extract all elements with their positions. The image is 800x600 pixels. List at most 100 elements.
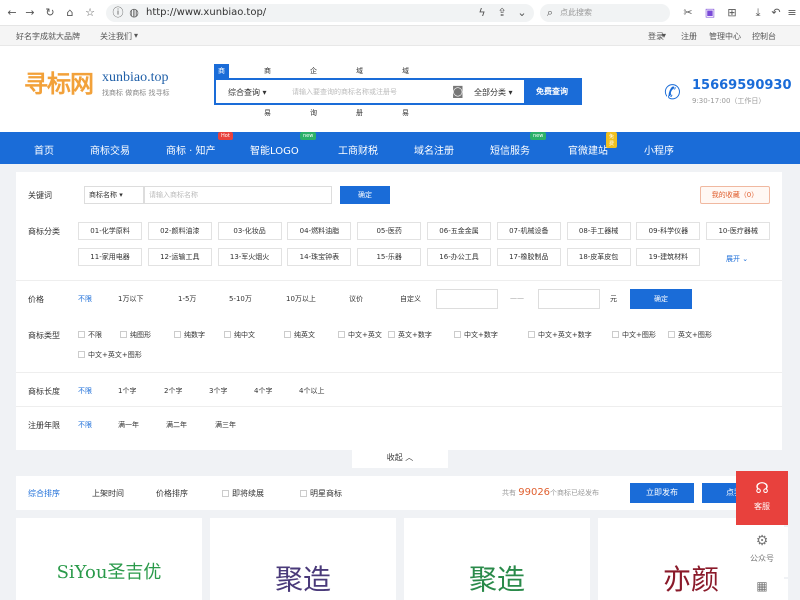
type-checkbox[interactable]: 中文+数字	[454, 330, 498, 340]
trademark-card[interactable]: SiYou圣吉优	[16, 518, 202, 600]
price-option[interactable]: 1万以下	[118, 294, 143, 304]
home-icon[interactable]: ⌂	[62, 5, 78, 21]
tab-domain-register[interactable]: 域名注册	[352, 64, 367, 117]
star-trademark-checkbox[interactable]: 明星商标	[300, 488, 342, 499]
site-logo[interactable]: 寻标网 xunbiao.top 找商标 做商标 找寻标	[24, 64, 184, 104]
console-link[interactable]: 控制台	[752, 31, 776, 42]
length-option[interactable]: 4个字	[254, 386, 272, 396]
tab-company-query[interactable]: 企业查询	[306, 64, 321, 117]
nav-item-home[interactable]: 首页	[34, 142, 54, 157]
undo-icon[interactable]: ↶	[768, 5, 784, 21]
publish-button[interactable]: 立即发布	[630, 483, 694, 503]
price-confirm-button[interactable]: 确定	[630, 289, 692, 309]
type-checkbox[interactable]: 中文+英文	[338, 330, 382, 340]
renew-checkbox[interactable]: 即将续展	[222, 488, 264, 499]
refresh-icon[interactable]: ↻	[42, 5, 58, 21]
trademark-card[interactable]: 聚造	[404, 518, 590, 600]
class-option[interactable]: 18-皮革皮包	[566, 248, 631, 266]
type-checkbox[interactable]: 纯图形	[120, 330, 151, 340]
length-option[interactable]: 不限	[78, 386, 92, 396]
service-button[interactable]: ☊ 客服	[736, 471, 788, 525]
share-icon[interactable]: ⇪	[494, 5, 510, 21]
type-checkbox[interactable]: 中文+图形	[612, 330, 656, 340]
keyword-type-select[interactable]: 商标名称 ▾	[84, 186, 144, 204]
class-option[interactable]: 15-乐器	[357, 248, 422, 266]
tab-domain-trade[interactable]: 域名交易	[398, 64, 413, 117]
sort-option[interactable]: 价格排序	[156, 488, 188, 499]
bookmark-star-icon[interactable]: ☆	[82, 5, 98, 21]
search-type-select[interactable]: 综合查询 ▾	[228, 87, 267, 98]
type-checkbox[interactable]: 中文+英文+数字	[528, 330, 592, 340]
nav-item-website[interactable]: 官微建站 免费	[568, 132, 618, 157]
length-option[interactable]: 3个字	[209, 386, 227, 396]
chevron-down-icon[interactable]: ⌄	[514, 5, 530, 21]
year-option[interactable]: 不限	[78, 420, 92, 430]
apps-grid-icon[interactable]: ⊞	[724, 5, 740, 21]
nav-item-domain[interactable]: 域名注册	[414, 142, 454, 157]
class-option[interactable]: 04-燃料油脂	[287, 222, 352, 240]
class-option[interactable]: 11-家用电器	[78, 248, 142, 266]
tab-trademark-register[interactable]: 商标注册	[214, 64, 229, 117]
lightning-icon[interactable]: ϟ	[474, 5, 490, 21]
trademark-card[interactable]: 聚造	[210, 518, 396, 600]
price-option[interactable]: 5-10万	[229, 294, 252, 304]
menu-icon[interactable]: ≡	[784, 5, 800, 21]
class-option[interactable]: 10-医疗器械	[706, 222, 771, 240]
class-option[interactable]: 09-科学仪器	[636, 222, 701, 240]
type-checkbox[interactable]: 纯英文	[284, 330, 315, 340]
price-option[interactable]: 1-5万	[178, 294, 196, 304]
class-option[interactable]: 17-橡胶制品	[496, 248, 561, 266]
type-checkbox[interactable]: 纯数字	[174, 330, 205, 340]
year-option[interactable]: 满一年	[118, 420, 139, 430]
class-option[interactable]: 08-手工器械	[566, 222, 631, 240]
follow-us-link[interactable]: 关注我们	[100, 31, 132, 42]
category-select[interactable]: 全部分类 ▾	[474, 87, 513, 98]
nav-item-logo[interactable]: 智能LOGO new	[250, 132, 317, 157]
class-option[interactable]: 13-军火烟火	[217, 248, 282, 266]
favorites-button[interactable]: 我的收藏（0）	[700, 186, 770, 204]
forward-icon[interactable]: →	[22, 5, 38, 21]
price-max-input[interactable]	[538, 289, 600, 309]
price-min-input[interactable]	[436, 289, 498, 309]
class-option[interactable]: 02-颜料油漆	[147, 222, 212, 240]
back-icon[interactable]: ←	[4, 5, 20, 21]
expand-classes-button[interactable]: 展开 ⌄	[726, 254, 748, 264]
download-icon[interactable]: ⤓	[750, 5, 766, 21]
keyword-confirm-button[interactable]: 确定	[340, 186, 390, 204]
price-option[interactable]: 10万以上	[286, 294, 316, 304]
class-option[interactable]: 16-办公工具	[427, 248, 491, 266]
length-option[interactable]: 1个字	[118, 386, 136, 396]
class-option[interactable]: 05-医药	[357, 222, 422, 240]
type-checkbox[interactable]: 不限	[78, 330, 102, 340]
length-option[interactable]: 4个以上	[299, 386, 324, 396]
type-checkbox[interactable]: 英文+数字	[388, 330, 432, 340]
scissors-icon[interactable]: ✂	[680, 5, 696, 21]
admin-center-link[interactable]: 管理中心	[709, 31, 741, 42]
class-option[interactable]: 14-珠宝钟表	[287, 248, 352, 266]
nav-item-ip[interactable]: 商标 · 知产 Hot	[166, 132, 233, 157]
class-option[interactable]: 19-建筑材料	[636, 248, 701, 266]
browser-search-box[interactable]: ⌕ 点此搜索	[540, 4, 670, 22]
price-option[interactable]: 议价	[349, 294, 363, 304]
class-option[interactable]: 01-化学原料	[78, 222, 142, 240]
camera-icon[interactable]: ◙	[452, 84, 464, 98]
nav-item-sms[interactable]: 短信服务 new	[490, 132, 547, 157]
class-option[interactable]: 12-运输工具	[147, 248, 212, 266]
year-option[interactable]: 满三年	[215, 420, 236, 430]
type-checkbox[interactable]: 英文+图形	[668, 330, 712, 340]
nav-item-trade[interactable]: 商标交易	[90, 142, 130, 157]
extension-icon[interactable]: ▣	[702, 5, 718, 21]
collapse-button[interactable]: 收起 ︿	[352, 450, 448, 468]
search-input[interactable]: 请输入要查询的商标名称或注册号	[292, 87, 397, 97]
nav-item-miniapp[interactable]: 小程序	[644, 142, 674, 157]
keyword-input[interactable]: 请输入商标名称	[144, 186, 332, 204]
tab-trademark-trade[interactable]: 商标交易	[260, 64, 275, 117]
type-checkbox[interactable]: 中文+英文+图形	[78, 350, 142, 360]
length-option[interactable]: 2个字	[164, 386, 182, 396]
sort-option[interactable]: 上架时间	[92, 488, 124, 499]
class-option[interactable]: 07-机械设备	[496, 222, 561, 240]
price-option[interactable]: 不限	[78, 294, 92, 304]
year-option[interactable]: 满二年	[166, 420, 187, 430]
type-checkbox[interactable]: 纯中文	[224, 330, 255, 340]
class-option[interactable]: 06-五金金属	[427, 222, 491, 240]
